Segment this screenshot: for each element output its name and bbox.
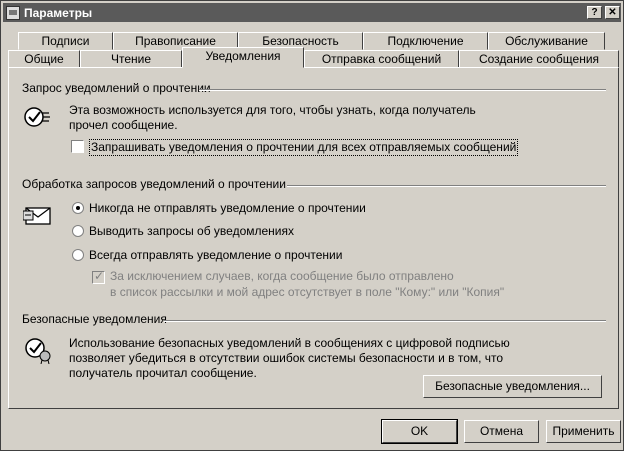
secure-title: Безопасные уведомления <box>22 312 167 326</box>
window-title: Параметры <box>24 5 93 20</box>
separator <box>287 185 606 187</box>
separator <box>164 320 606 322</box>
receipt-check-icon <box>24 107 50 127</box>
notify-radio[interactable] <box>72 225 84 237</box>
tab-panel: Запрос уведомлений о прочтении Эта возмо… <box>8 67 619 409</box>
app-icon <box>6 5 20 20</box>
secure-receipt-icon <box>25 338 51 364</box>
handling-title: Обработка запросов уведомлений о прочтен… <box>22 177 286 191</box>
never-send-radio[interactable] <box>72 202 84 214</box>
ok-button[interactable]: OK <box>381 419 458 444</box>
exception-label-line2: в список рассылки и мой адрес отсутствуе… <box>110 285 505 299</box>
request-receipts-label[interactable]: Запрашивать уведомления о прочтении для … <box>89 139 519 156</box>
tab-receipts[interactable]: Уведомления <box>182 47 304 68</box>
read-receipts-title: Запрос уведомлений о прочтении <box>22 81 211 95</box>
exception-label-line1: За исключением случаев, когда сообщение … <box>110 269 454 283</box>
separator <box>199 89 606 91</box>
read-receipts-description: Эта возможность используется для того, ч… <box>69 103 476 132</box>
title-bar: Параметры ? ✕ <box>3 3 621 22</box>
always-send-label[interactable]: Всегда отправлять уведомление о прочтени… <box>89 248 342 263</box>
options-dialog: Параметры ? ✕ Подписи Правописание Безоп… <box>0 0 624 451</box>
secure-receipts-button[interactable]: Безопасные уведомления... <box>423 375 602 398</box>
never-send-label[interactable]: Никогда не отправлять уведомление о проч… <box>89 201 366 216</box>
tab-connection[interactable]: Подключение <box>363 32 488 50</box>
tab-maintenance[interactable]: Обслуживание <box>488 32 605 50</box>
tab-send[interactable]: Отправка сообщений <box>304 50 459 68</box>
tab-compose[interactable]: Создание сообщения <box>459 50 619 68</box>
tab-signatures[interactable]: Подписи <box>18 32 113 50</box>
tab-read[interactable]: Чтение <box>80 50 182 68</box>
always-send-radio[interactable] <box>72 249 84 261</box>
notify-label[interactable]: Выводить запросы об уведомлениях <box>89 224 294 239</box>
envelope-icon <box>23 207 51 225</box>
request-receipts-checkbox[interactable] <box>71 140 84 153</box>
tab-general[interactable]: Общие <box>8 50 80 68</box>
cancel-button[interactable]: Отмена <box>464 420 539 443</box>
help-button[interactable]: ? <box>587 6 602 19</box>
apply-button[interactable]: Применить <box>546 420 621 443</box>
exception-checkbox[interactable] <box>92 269 105 284</box>
close-button[interactable]: ✕ <box>605 6 620 19</box>
